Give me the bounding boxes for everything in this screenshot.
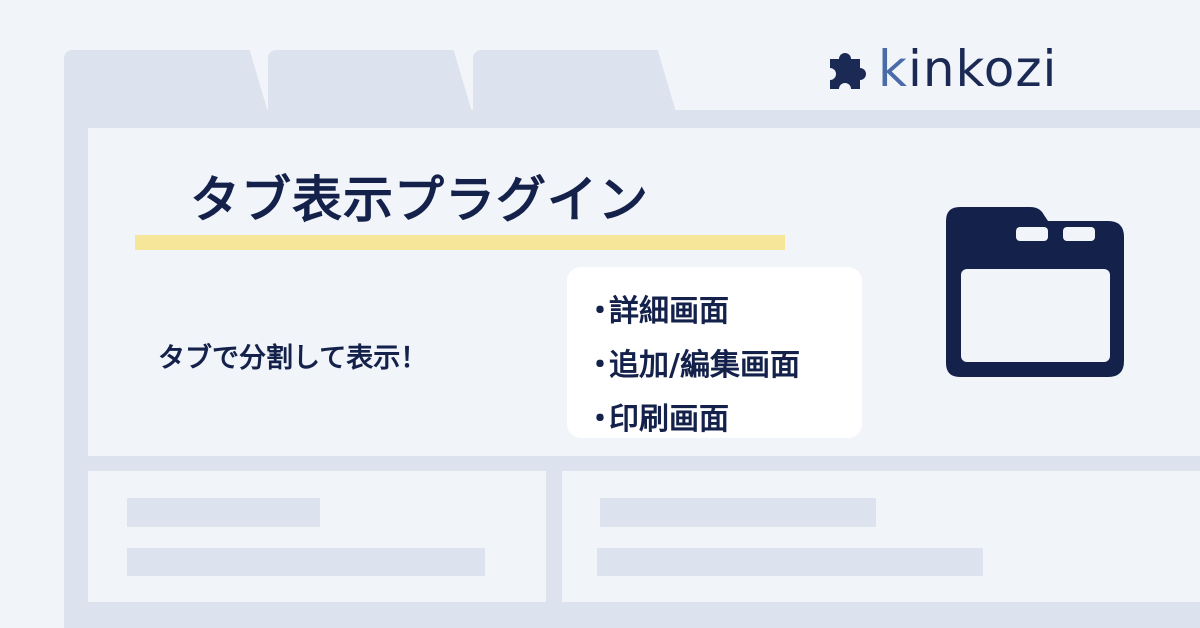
page-title: タブ表示プラグイン	[190, 171, 649, 229]
browser-window-icon	[946, 207, 1126, 381]
bottom-left-panel	[88, 471, 546, 602]
feature-list: ・詳細画面 ・追加/編集画面 ・印刷画面	[567, 267, 862, 447]
list-item: ・詳細画面	[585, 294, 729, 329]
feature-label: 追加/編集画面	[609, 348, 800, 383]
list-item: ・追加/編集画面	[585, 348, 800, 383]
placeholder-bar	[127, 498, 320, 527]
window-tab-1	[64, 50, 268, 112]
placeholder-bar	[127, 548, 485, 576]
brand-name: kinkozi	[878, 40, 1058, 98]
feature-card: ・詳細画面 ・追加/編集画面 ・印刷画面	[567, 267, 862, 438]
placeholder-bar	[600, 498, 876, 527]
puzzle-piece-icon	[820, 43, 872, 95]
window-tab-2	[268, 50, 472, 112]
feature-label: 詳細画面	[609, 294, 729, 329]
window-tab-3	[473, 50, 676, 112]
subtitle: タブで分割して表示！	[158, 343, 428, 374]
list-item: ・印刷画面	[585, 402, 729, 437]
placeholder-bar	[597, 548, 983, 576]
title-highlight	[135, 235, 785, 250]
brand-logo: kinkozi	[820, 38, 1057, 100]
feature-label: 印刷画面	[609, 402, 729, 437]
bottom-right-panel	[562, 471, 1200, 602]
